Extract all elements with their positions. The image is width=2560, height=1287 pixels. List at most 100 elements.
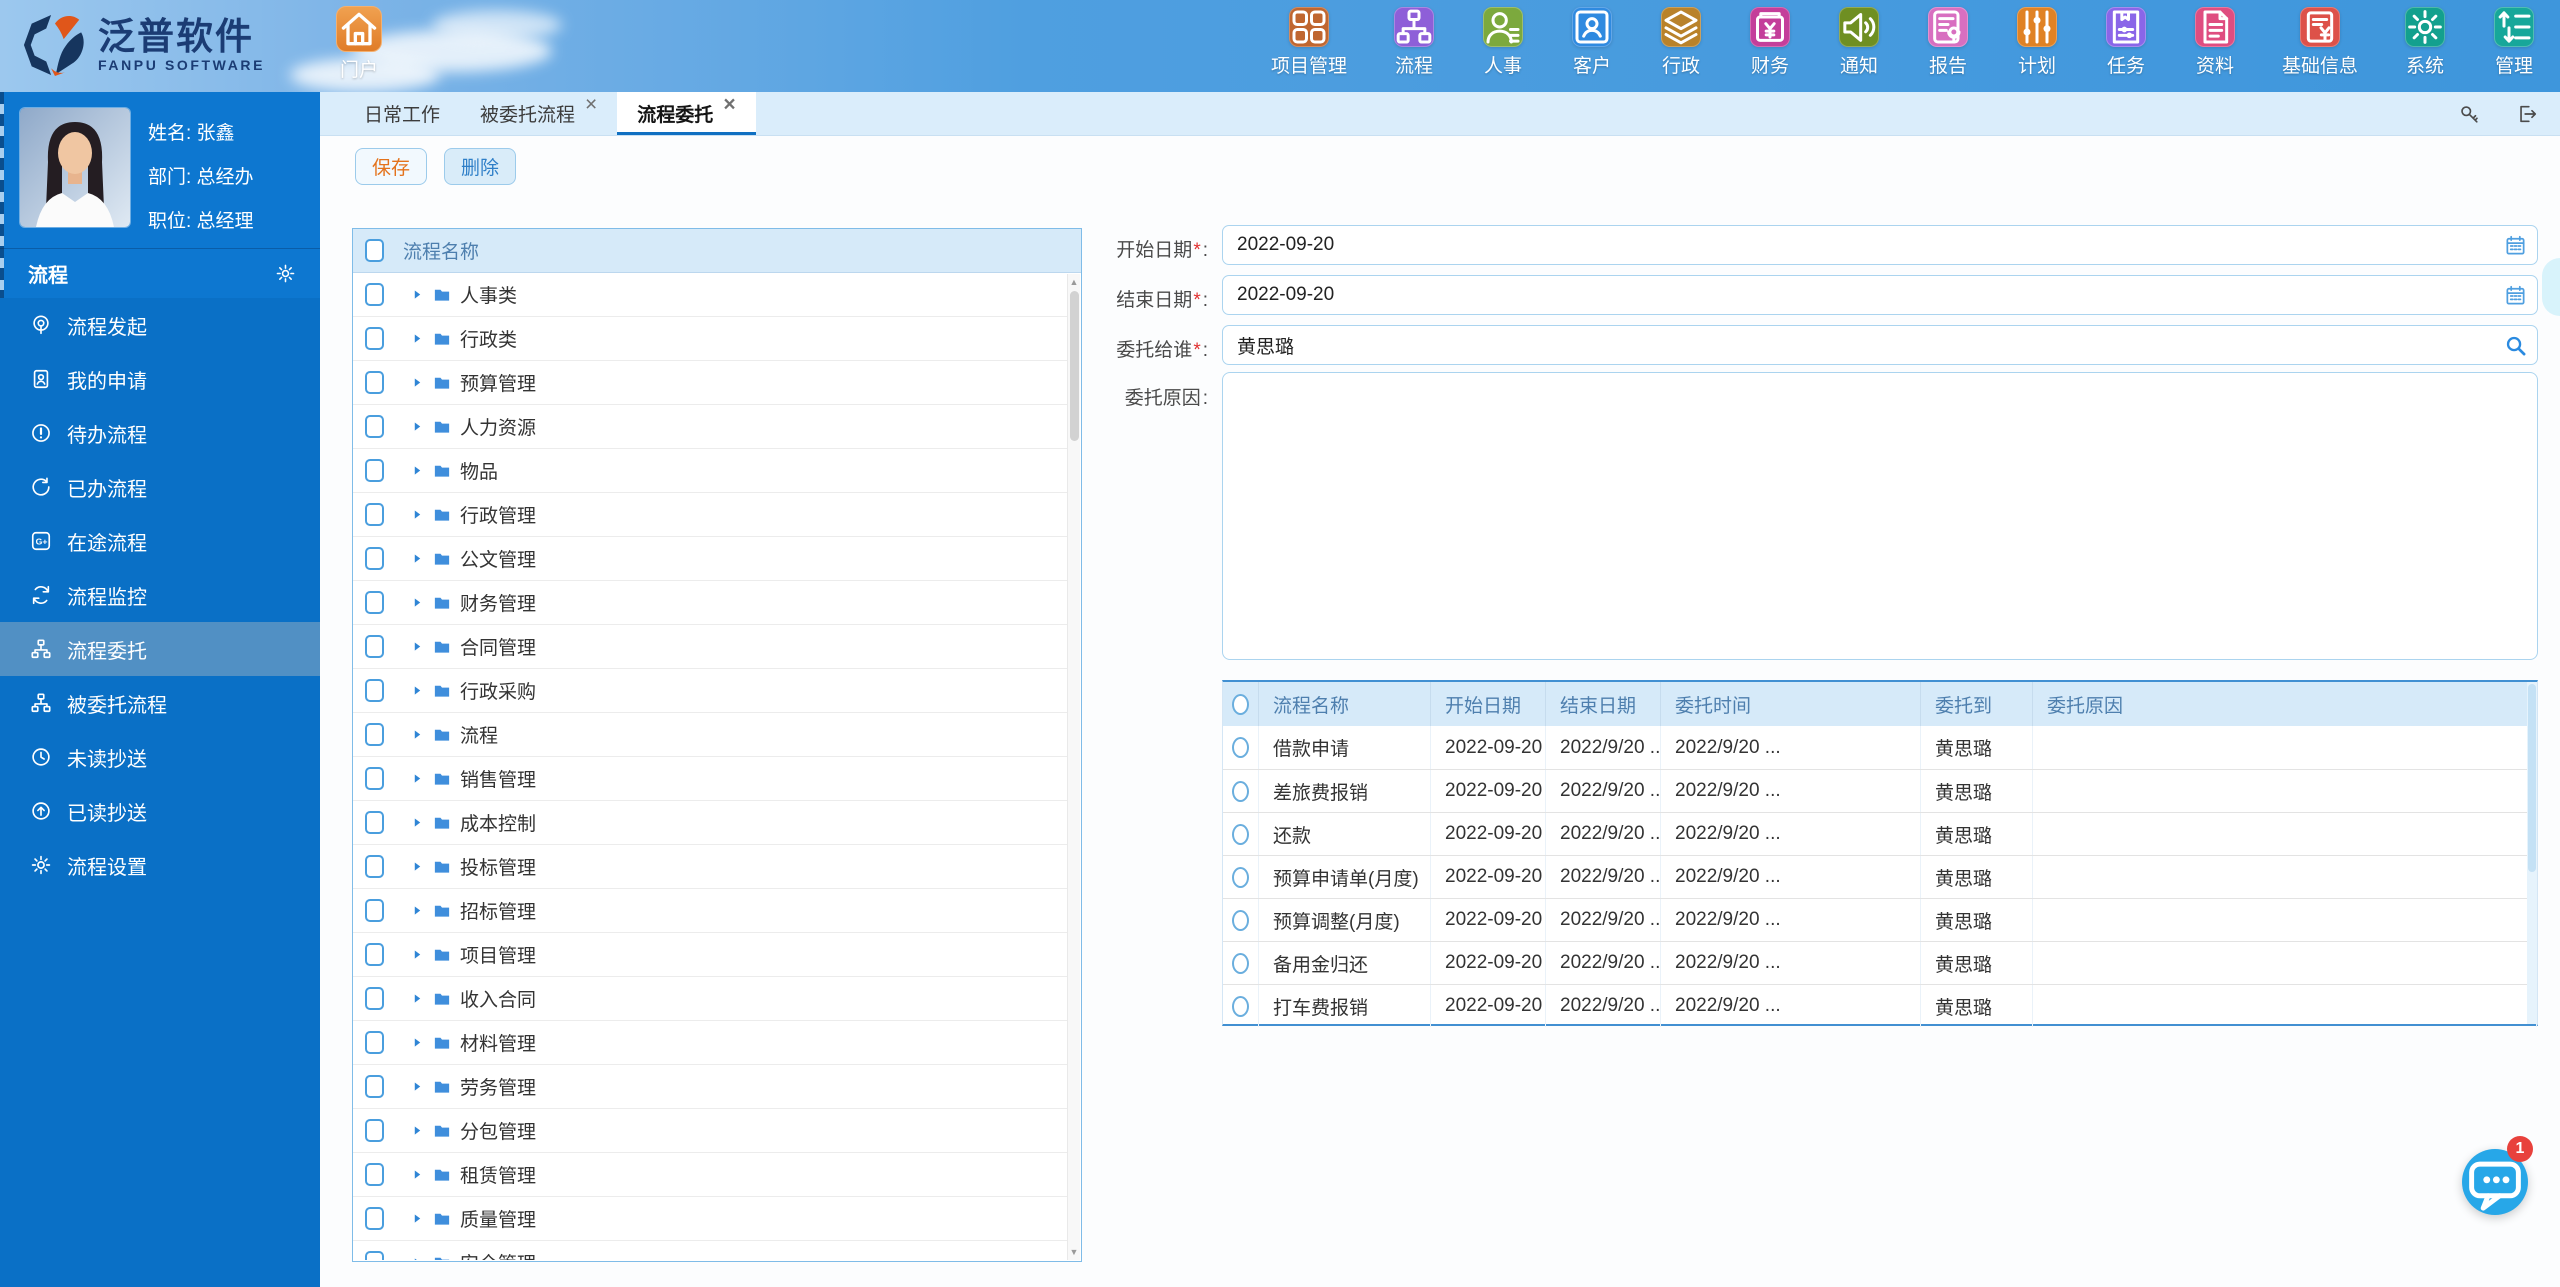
tree-row[interactable]: 项目管理 [353,933,1067,977]
nav-item-speaker[interactable]: 通知 [1837,7,1881,78]
sidebar-item-流程发起[interactable]: 流程发起 [0,298,320,352]
table-row[interactable]: 差旅费报销 2022-09-20 2022/9/20 ... 2022/9/20 ..… [1223,769,2537,812]
checkbox[interactable] [365,1163,384,1186]
caret-right-icon[interactable] [411,1036,424,1049]
sidebar-item-流程委托[interactable]: 流程委托 [0,622,320,676]
tree-row[interactable]: 销售管理 [353,757,1067,801]
caret-right-icon[interactable] [411,288,424,301]
tree-row[interactable]: 成本控制 [353,801,1067,845]
checkbox[interactable] [365,723,384,746]
row-radio[interactable] [1232,823,1249,845]
table-row[interactable]: 预算申请单(月度) 2022-09-20 2022/9/20 ... 2022/9/2… [1223,855,2537,898]
row-radio[interactable] [1232,866,1249,888]
tree-row[interactable]: 投标管理 [353,845,1067,889]
nav-item-sliders-v[interactable]: 计划 [2015,7,2059,78]
checkbox[interactable] [365,1031,384,1054]
logout-icon[interactable] [2516,103,2538,125]
checkbox[interactable] [365,1251,384,1260]
caret-right-icon[interactable] [411,860,424,873]
key-icon[interactable] [2458,103,2480,125]
checkbox[interactable] [365,811,384,834]
caret-right-icon[interactable] [411,948,424,961]
sidebar-item-流程设置[interactable]: 流程设置 [0,838,320,892]
tab-流程委托[interactable]: 流程委托 × [617,92,756,135]
table-row[interactable]: 借款申请 2022-09-20 2022/9/20 ... 2022/9/20 ...… [1223,726,2537,769]
caret-right-icon[interactable] [411,1080,424,1093]
caret-right-icon[interactable] [411,1124,424,1137]
checkbox[interactable] [365,1119,384,1142]
caret-right-icon[interactable] [411,1168,424,1181]
search-icon[interactable] [2504,334,2527,357]
table-scrollbar[interactable] [2527,682,2537,1024]
nav-item-report-mic[interactable]: 报告 [1926,7,1970,78]
caret-right-icon[interactable] [411,1212,424,1225]
delete-button[interactable]: 删除 [444,148,517,185]
nav-item-user[interactable]: 人事 [1481,7,1525,78]
select-all-checkbox[interactable] [365,239,384,262]
nav-item-sitemap[interactable]: 流程 [1392,7,1436,78]
tree-row[interactable]: 行政采购 [353,669,1067,713]
checkbox[interactable] [365,679,384,702]
tree-scrollbar[interactable]: ▲ ▼ [1067,274,1080,1260]
calendar-icon[interactable] [2504,234,2527,257]
tab-日常工作[interactable]: 日常工作 [344,92,460,135]
tree-row[interactable]: 行政管理 [353,493,1067,537]
caret-right-icon[interactable] [411,1256,424,1260]
table-row[interactable]: 打车费报销 2022-09-20 2022/9/20 ... 2022/9/20 ..… [1223,984,2537,1027]
checkbox[interactable] [365,591,384,614]
nav-item-users-card[interactable]: 客户 [1570,7,1614,78]
row-radio[interactable] [1232,909,1249,931]
close-icon[interactable]: × [723,94,735,115]
nav-item-money[interactable]: 财务 [1748,7,1792,78]
caret-right-icon[interactable] [411,332,424,345]
row-radio[interactable] [1232,780,1249,802]
tab-被委托流程[interactable]: 被委托流程 × [460,92,617,135]
tree-row[interactable]: 公文管理 [353,537,1067,581]
row-radio[interactable] [1232,995,1249,1017]
start-date-input[interactable] [1237,226,2487,264]
table-row[interactable]: 预算调整(月度) 2022-09-20 2022/9/20 ... 2022/9/20… [1223,898,2537,941]
tree-row[interactable]: 劳务管理 [353,1065,1067,1109]
sidebar-item-在途流程[interactable]: G+ 在途流程 [0,514,320,568]
sidebar-item-待办流程[interactable]: 待办流程 [0,406,320,460]
delegate-to-input[interactable] [1237,326,2487,364]
caret-right-icon[interactable] [411,596,424,609]
nav-portal[interactable]: 门户 [330,6,388,82]
gear-icon[interactable] [275,263,296,284]
nav-item-layers[interactable]: 行政 [1659,7,1703,78]
nav-item-sort-list[interactable]: 管理 [2492,7,2536,78]
caret-right-icon[interactable] [411,508,424,521]
sidebar-item-已读抄送[interactable]: 已读抄送 [0,784,320,838]
checkbox[interactable] [365,1207,384,1230]
tree-row[interactable]: 流程 [353,713,1067,757]
caret-right-icon[interactable] [411,420,424,433]
nav-item-gear[interactable]: 系统 [2403,7,2447,78]
caret-right-icon[interactable] [411,728,424,741]
caret-right-icon[interactable] [411,376,424,389]
caret-right-icon[interactable] [411,904,424,917]
tree-row[interactable]: 材料管理 [353,1021,1067,1065]
save-button[interactable]: 保存 [355,148,428,185]
sidebar-item-已办流程[interactable]: 已办流程 [0,460,320,514]
caret-right-icon[interactable] [411,816,424,829]
checkbox[interactable] [365,899,384,922]
checkbox[interactable] [365,459,384,482]
checkbox[interactable] [365,415,384,438]
calendar-icon[interactable] [2504,284,2527,307]
checkbox[interactable] [365,283,384,306]
checkbox[interactable] [365,503,384,526]
caret-right-icon[interactable] [411,772,424,785]
caret-right-icon[interactable] [411,464,424,477]
scrollbar-thumb[interactable] [1070,291,1079,441]
caret-right-icon[interactable] [411,684,424,697]
row-radio[interactable] [1232,737,1249,758]
reason-textarea[interactable] [1223,373,2537,659]
tree-row[interactable]: 行政类 [353,317,1067,361]
sidebar-item-我的申请[interactable]: 我的申请 [0,352,320,406]
edge-widget[interactable] [2542,258,2560,316]
caret-right-icon[interactable] [411,640,424,653]
scroll-down-icon[interactable]: ▼ [1068,1247,1080,1257]
tree-row[interactable]: 分包管理 [353,1109,1067,1153]
caret-right-icon[interactable] [411,552,424,565]
sidebar-item-未读抄送[interactable]: 未读抄送 [0,730,320,784]
